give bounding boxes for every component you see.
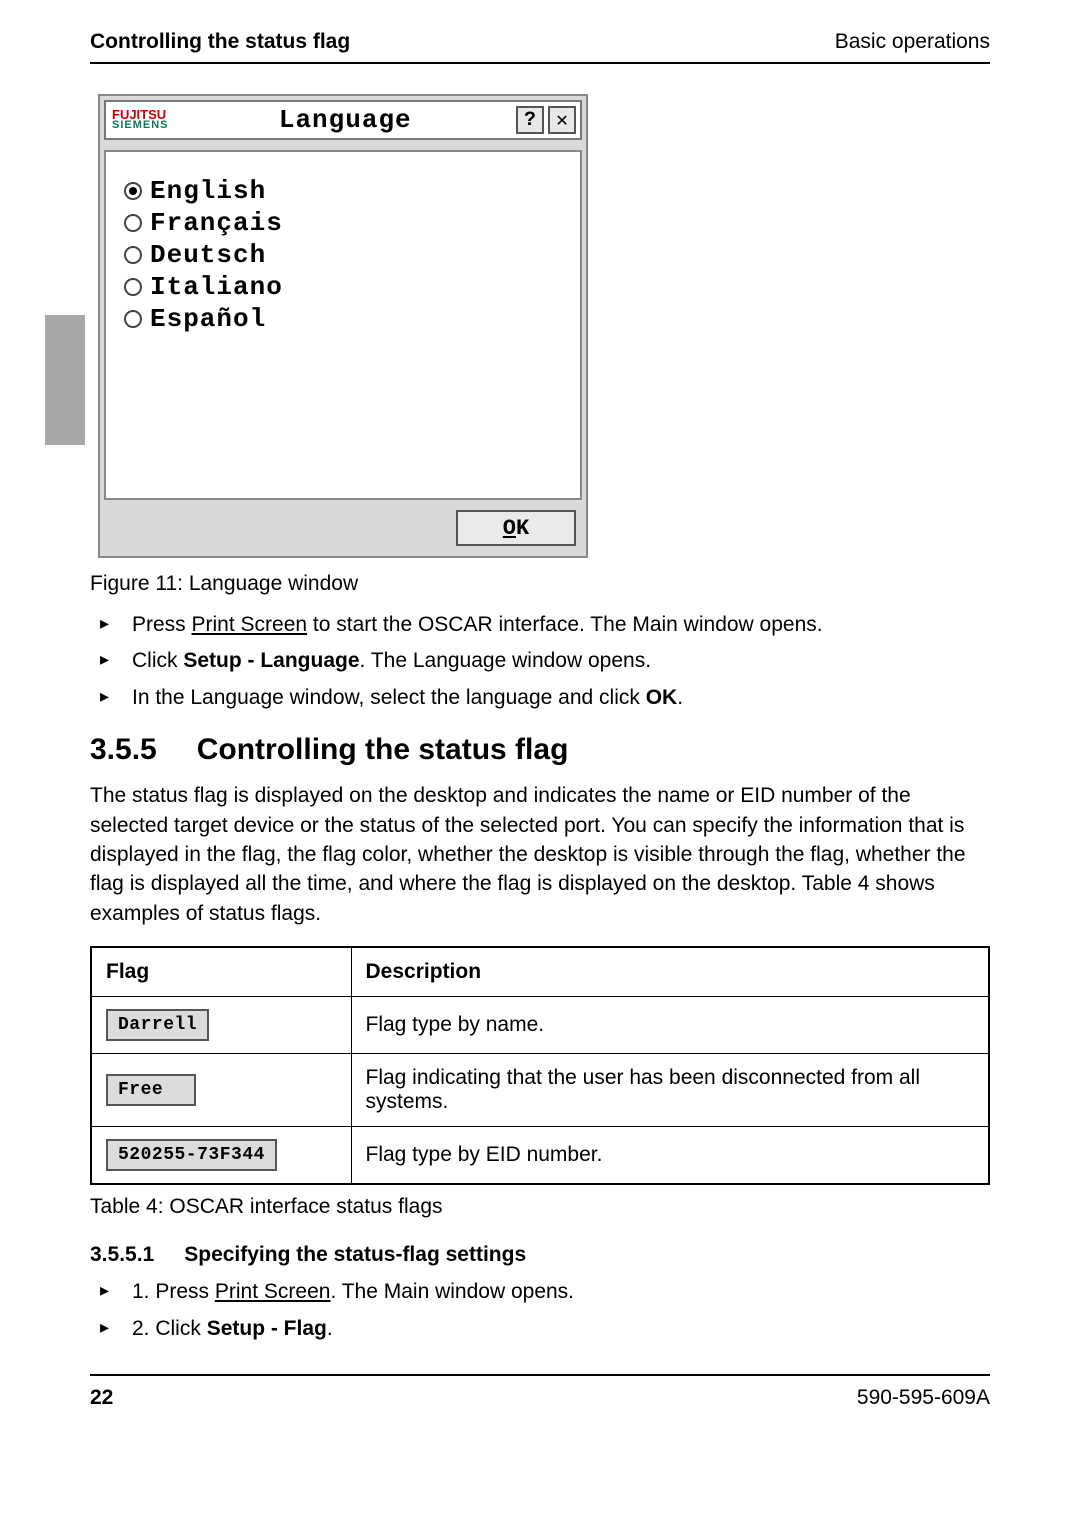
help-button[interactable]: ? <box>516 106 544 134</box>
subsection-title: Specifying the status-flag settings <box>184 1243 526 1267</box>
flag-description: Flag type by EID number. <box>351 1127 989 1185</box>
step-item: Click Setup - Language. The Language win… <box>90 646 990 676</box>
flag-description: Flag indicating that the user has been d… <box>351 1054 989 1127</box>
page-number: 22 <box>90 1386 113 1410</box>
fujitsu-siemens-logo: FUJITSU SIEMENS <box>106 110 175 130</box>
radio-icon <box>124 214 142 232</box>
flag-box: Darrell <box>106 1009 209 1041</box>
section-title: Controlling the status flag <box>197 733 569 767</box>
dialog-body: English Français Deutsch Italiano Españo… <box>104 150 582 500</box>
lang-option-italiano[interactable]: Italiano <box>124 272 562 302</box>
step-item: 1. Press Print Screen. The Main window o… <box>90 1277 990 1307</box>
steps-list: 1. Press Print Screen. The Main window o… <box>90 1277 990 1344</box>
option-label: English <box>150 176 266 206</box>
step-item: In the Language window, select the langu… <box>90 683 990 713</box>
table-row: Free Flag indicating that the user has b… <box>91 1054 989 1127</box>
header-chapter-title: Basic operations <box>835 30 990 54</box>
radio-icon <box>124 246 142 264</box>
doc-number: 590-595-609A <box>857 1386 990 1410</box>
step-item: 2. Click Setup - Flag. <box>90 1314 990 1344</box>
section-number: 3.5.5 <box>90 733 157 767</box>
dialog-titlebar: FUJITSU SIEMENS Language ? ✕ <box>104 100 582 140</box>
dialog-title: Language <box>175 105 516 135</box>
header-rule <box>90 62 990 64</box>
col-header-flag: Flag <box>91 947 351 997</box>
option-label: Français <box>150 208 283 238</box>
section-heading: 3.5.5 Controlling the status flag <box>90 733 990 767</box>
radio-icon <box>124 310 142 328</box>
lang-option-francais[interactable]: Français <box>124 208 562 238</box>
option-label: Español <box>150 304 266 334</box>
steps-list: Press Print Screen to start the OSCAR in… <box>90 610 990 713</box>
thumb-index-tab <box>45 315 85 445</box>
page-footer: 22 590-595-609A <box>90 1386 990 1410</box>
lang-option-espanol[interactable]: Español <box>124 304 562 334</box>
table-caption: Table 4: OSCAR interface status flags <box>90 1195 990 1219</box>
ok-button[interactable]: OK <box>456 510 576 546</box>
footer-rule <box>90 1374 990 1376</box>
lang-option-english[interactable]: English <box>124 176 562 206</box>
table-row: Darrell Flag type by name. <box>91 997 989 1054</box>
subsection-number: 3.5.5.1 <box>90 1243 154 1267</box>
radio-icon <box>124 278 142 296</box>
option-label: Deutsch <box>150 240 266 270</box>
table-header-row: Flag Description <box>91 947 989 997</box>
section-paragraph: The status flag is displayed on the desk… <box>90 781 990 928</box>
flag-box: Free <box>106 1074 196 1106</box>
close-button[interactable]: ✕ <box>548 106 576 134</box>
option-label: Italiano <box>150 272 283 302</box>
col-header-description: Description <box>351 947 989 997</box>
header-section-title: Controlling the status flag <box>90 30 350 54</box>
page-header: Controlling the status flag Basic operat… <box>90 30 990 62</box>
step-item: Press Print Screen to start the OSCAR in… <box>90 610 990 640</box>
figure-caption: Figure 11: Language window <box>90 572 990 596</box>
status-flag-table: Flag Description Darrell Flag type by na… <box>90 946 990 1185</box>
flag-description: Flag type by name. <box>351 997 989 1054</box>
table-row: 520255-73F344 Flag type by EID number. <box>91 1127 989 1185</box>
subsection-heading: 3.5.5.1 Specifying the status-flag setti… <box>90 1243 990 1267</box>
radio-icon <box>124 182 142 200</box>
flag-box: 520255-73F344 <box>106 1139 277 1171</box>
language-dialog: FUJITSU SIEMENS Language ? ✕ English Fra… <box>98 94 588 558</box>
lang-option-deutsch[interactable]: Deutsch <box>124 240 562 270</box>
